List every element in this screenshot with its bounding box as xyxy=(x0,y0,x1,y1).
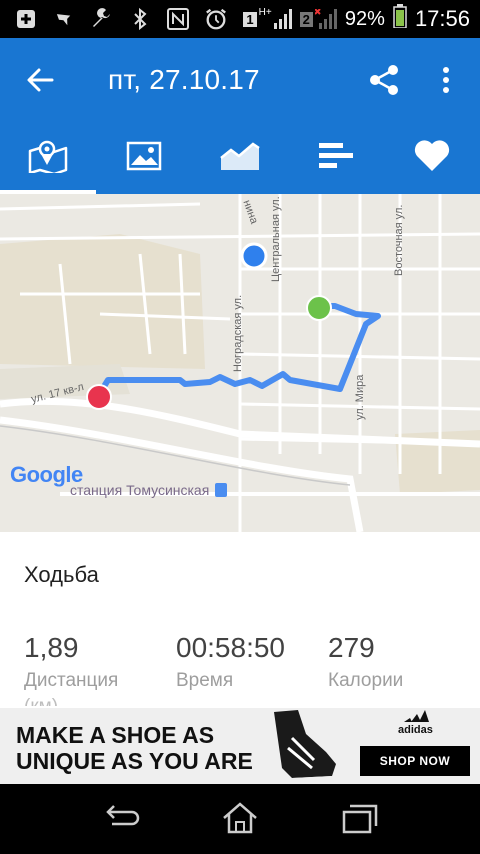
ad-brand: adidas xyxy=(398,724,433,736)
battery-percent: 92% xyxy=(344,7,385,30)
stat-label: Время xyxy=(176,670,234,691)
street-label-nogradskaya: Ноградская ул. xyxy=(232,294,244,372)
nav-recents-icon[interactable] xyxy=(338,798,382,838)
map-icon xyxy=(27,139,69,178)
station-name: станция Томусинская xyxy=(70,482,210,498)
pin-icon xyxy=(52,7,76,31)
stat-label: Дистанция xyxy=(24,670,119,691)
stat-distance: 1,89 Дистанция (км) xyxy=(24,632,118,706)
shoe-image xyxy=(262,708,342,784)
activity-type: Ходьба xyxy=(24,562,99,587)
heart-icon xyxy=(413,139,451,178)
page-title: пт, 27.10.17 xyxy=(108,64,260,95)
street-label-centralnaya: Центральная ул. xyxy=(270,196,282,282)
image-icon xyxy=(126,141,162,176)
nav-back-icon[interactable] xyxy=(100,798,144,838)
nav-home-icon[interactable] xyxy=(218,798,262,838)
ad-headline-line2: UNIQUE AS YOU ARE xyxy=(16,748,253,774)
ad-headline-line1: MAKE A SHOE AS xyxy=(16,722,215,748)
tab-splits[interactable] xyxy=(288,122,384,194)
sim1-signal-icon: 1 H+ xyxy=(243,6,292,29)
app-bar: пт, 27.10.17 xyxy=(0,38,480,122)
network-type: H+ xyxy=(258,6,272,18)
stat-calories: 279 Калории xyxy=(328,632,403,692)
nfc-icon xyxy=(166,7,190,31)
back-arrow-icon[interactable] xyxy=(24,64,56,96)
alarm-icon xyxy=(204,7,228,31)
clock: 17:56 xyxy=(414,6,470,31)
train-station-icon xyxy=(215,483,228,497)
stat-value: 00:58:50 xyxy=(176,632,285,663)
sim2-label: 2 xyxy=(299,11,313,27)
station-label: станция Томусинская xyxy=(70,482,228,498)
sim1-label: 1 xyxy=(243,11,257,27)
street-label-mira: ул. Мира xyxy=(354,374,366,420)
add-box-icon xyxy=(14,7,38,31)
shop-now-button[interactable]: SHOP NOW xyxy=(360,746,470,776)
stat-value: 279 xyxy=(328,632,375,663)
status-bar: 1 H+ 2 92% 17:56 xyxy=(0,0,480,38)
share-icon[interactable] xyxy=(366,62,402,98)
activity-summary: Ходьба 1,89 Дистанция (км) 00:58:50 Врем… xyxy=(0,532,480,708)
stat-unit: (км) xyxy=(24,696,118,706)
area-chart-icon xyxy=(219,140,261,177)
navigation-bar xyxy=(0,784,480,854)
tab-heart[interactable] xyxy=(384,122,480,194)
more-options-icon[interactable] xyxy=(436,64,456,96)
battery-icon xyxy=(393,4,407,34)
stat-time: 00:58:50 Время xyxy=(176,632,285,692)
stat-value: 1,89 xyxy=(24,632,79,663)
tab-photos[interactable] xyxy=(96,122,192,194)
route-map[interactable]: нина Центральная ул. Восточная ул. Ногра… xyxy=(0,194,480,532)
ad-banner[interactable]: MAKE A SHOE AS UNIQUE AS YOU ARE adidas … xyxy=(0,708,480,784)
bluetooth-icon xyxy=(128,7,152,31)
tab-bar xyxy=(0,122,480,194)
sim2-signal-icon: 2 xyxy=(299,9,337,29)
street-label-vostochnaya: Восточная ул. xyxy=(393,204,405,276)
bars-icon xyxy=(317,141,355,176)
ad-headline: MAKE A SHOE AS UNIQUE AS YOU ARE xyxy=(16,722,253,774)
wrench-icon xyxy=(90,7,114,31)
tab-chart[interactable] xyxy=(192,122,288,194)
stat-label: Калории xyxy=(328,670,404,691)
tab-map[interactable] xyxy=(0,122,96,194)
